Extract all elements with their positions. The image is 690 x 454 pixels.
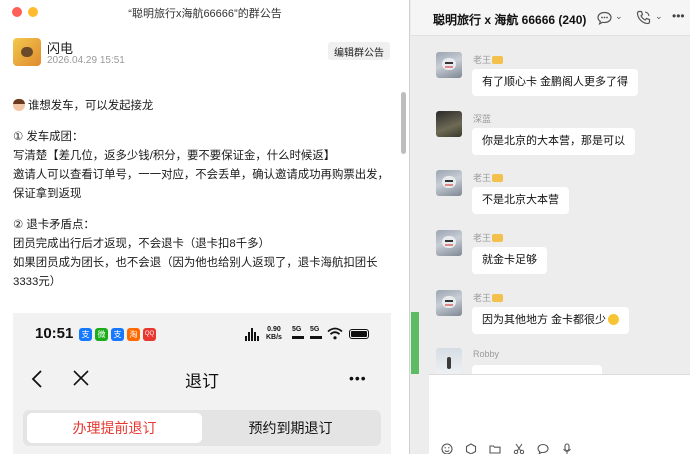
message-bubble[interactable]: 就金卡足够 xyxy=(472,247,547,274)
sender-name: Robby xyxy=(473,349,500,359)
message-bubble[interactable]: 你是北京的大本营，那是可以 xyxy=(472,128,635,155)
sender-avatar[interactable] xyxy=(436,170,462,196)
sender-name: 老王 xyxy=(473,231,504,244)
more-options-icon[interactable]: ••• xyxy=(672,9,685,23)
sender-name: 深蓝 xyxy=(473,114,492,124)
announcement-window: “聪明旅行x海航66666”的群公告 闪电 2026.04.29 15:51 编… xyxy=(0,0,410,454)
wifi-icon xyxy=(327,327,343,340)
sender-avatar[interactable] xyxy=(436,348,462,374)
chat-window: 聪明旅行 x 海航 66666 (240) ⌄ ⌄ ••• 老王 有了顺心卡 金… xyxy=(411,0,690,454)
message-input[interactable] xyxy=(439,385,679,429)
announcement-line: 写清楚【差几位，返多少钱/积分，要不要保证金，什么时候返】 xyxy=(13,150,336,162)
chat-bubble-icon[interactable] xyxy=(597,11,612,25)
microphone-icon[interactable] xyxy=(561,443,573,454)
alipay-icon: 支 xyxy=(111,328,124,341)
more-options-icon[interactable]: ••• xyxy=(349,371,367,385)
sender-avatar[interactable] xyxy=(436,230,462,256)
favorites-icon[interactable] xyxy=(465,443,477,454)
qq-icon: QQ xyxy=(143,328,156,341)
sim2-signal: 5G xyxy=(310,326,322,339)
member-badge-icon xyxy=(492,294,504,302)
compose-area xyxy=(429,374,690,454)
message-bubble[interactable]: 不是北京大本营 xyxy=(472,187,569,214)
alipay-icon: 支 xyxy=(79,328,92,341)
folder-icon[interactable] xyxy=(489,443,501,454)
message-list[interactable]: 老王 有了顺心卡 金鹏阁人更多了得 深蓝 你是北京的大本营，那是可以 老王 不是… xyxy=(411,36,690,385)
message-bubble[interactable]: 因为其他地方 金卡都很少 xyxy=(472,307,630,334)
chat-title[interactable]: 聪明旅行 x 海航 66666 (240) xyxy=(433,11,586,28)
refund-type-tabs: 办理提前退订 预约到期退订 xyxy=(23,410,381,446)
announcement-line: 邀请人可以查看订单号，一一对应，不会丢单，确认邀请成功再购票出发，保证拿到返现 xyxy=(13,169,389,200)
announcement-line: ① 发车成团： xyxy=(13,131,84,143)
announcement-window-title: “聪明旅行x海航66666”的群公告 xyxy=(128,8,282,20)
sim1-signal: 5G xyxy=(292,326,304,339)
vibrate-icon xyxy=(245,328,259,341)
message-bubble[interactable]: 有了顺心卡 金鹏阁人更多了得 xyxy=(472,69,639,96)
wechat-icon: 微 xyxy=(95,328,108,341)
phone-status-bar: 10:51 支 微 支 淘 QQ 0.90 KB/s 5G 5G xyxy=(13,313,391,355)
tab-early-refund[interactable]: 办理提前退订 xyxy=(27,413,202,443)
announcement-line: 如果团员成为团长，也不会退（因为他也给别人返现了，退卡海航扣团长3333元） xyxy=(13,257,378,288)
announcement-body: 谁想发车，可以发起接龙 ① 发车成团： 写清楚【差几位，返多少钱/积分，要不要保… xyxy=(13,97,391,292)
announcement-scrollbar[interactable] xyxy=(401,92,406,154)
sender-name: 老王 xyxy=(473,171,504,184)
tab-scheduled-refund[interactable]: 预约到期退订 xyxy=(204,413,377,443)
chat-header: 聪明旅行 x 海航 66666 (240) ⌄ ⌄ ••• xyxy=(411,0,690,36)
edit-announcement-button[interactable]: 编辑群公告 xyxy=(328,42,390,60)
announcement-date: 2026.04.29 15:51 xyxy=(47,55,125,66)
announcement-line: 团员完成出行后才返现，不会退卡（退卡扣8千多） xyxy=(13,238,270,250)
announcement-line: ② 退卡矛盾点： xyxy=(13,219,95,231)
phone-nav-bar: 退订 ••• xyxy=(13,363,391,393)
network-speed: 0.90 KB/s xyxy=(266,326,282,341)
embedded-screenshot[interactable]: 10:51 支 微 支 淘 QQ 0.90 KB/s 5G 5G 退订 ••• … xyxy=(13,313,391,454)
emoji-icon[interactable] xyxy=(441,443,453,454)
chat-history-icon[interactable] xyxy=(537,443,549,454)
battery-icon xyxy=(349,329,369,339)
sender-avatar[interactable] xyxy=(436,52,462,78)
laughing-emoji-icon xyxy=(608,314,620,325)
member-badge-icon xyxy=(492,174,504,182)
sender-avatar[interactable] xyxy=(436,290,462,316)
author-avatar[interactable] xyxy=(13,38,41,66)
phone-time: 10:51 xyxy=(35,325,74,342)
desktop: “聪明旅行x海航66666”的群公告 闪电 2026.04.29 15:51 编… xyxy=(0,0,690,454)
sender-avatar[interactable] xyxy=(436,111,462,137)
chevron-down-icon[interactable]: ⌄ xyxy=(615,11,623,22)
chevron-down-icon[interactable]: ⌄ xyxy=(655,11,663,22)
announcement-line: 谁想发车，可以发起接龙 xyxy=(13,97,391,116)
sender-name: 老王 xyxy=(473,291,504,304)
taobao-icon: 淘 xyxy=(127,328,140,341)
sender-name: 老王 xyxy=(473,53,504,66)
scissors-icon[interactable] xyxy=(513,443,525,454)
person-emoji-icon xyxy=(13,99,25,111)
phone-page-title: 退订 xyxy=(185,372,219,391)
member-badge-icon xyxy=(492,234,504,242)
voice-call-icon[interactable] xyxy=(636,10,651,25)
member-badge-icon xyxy=(492,56,504,64)
compose-toolbar xyxy=(441,443,621,454)
